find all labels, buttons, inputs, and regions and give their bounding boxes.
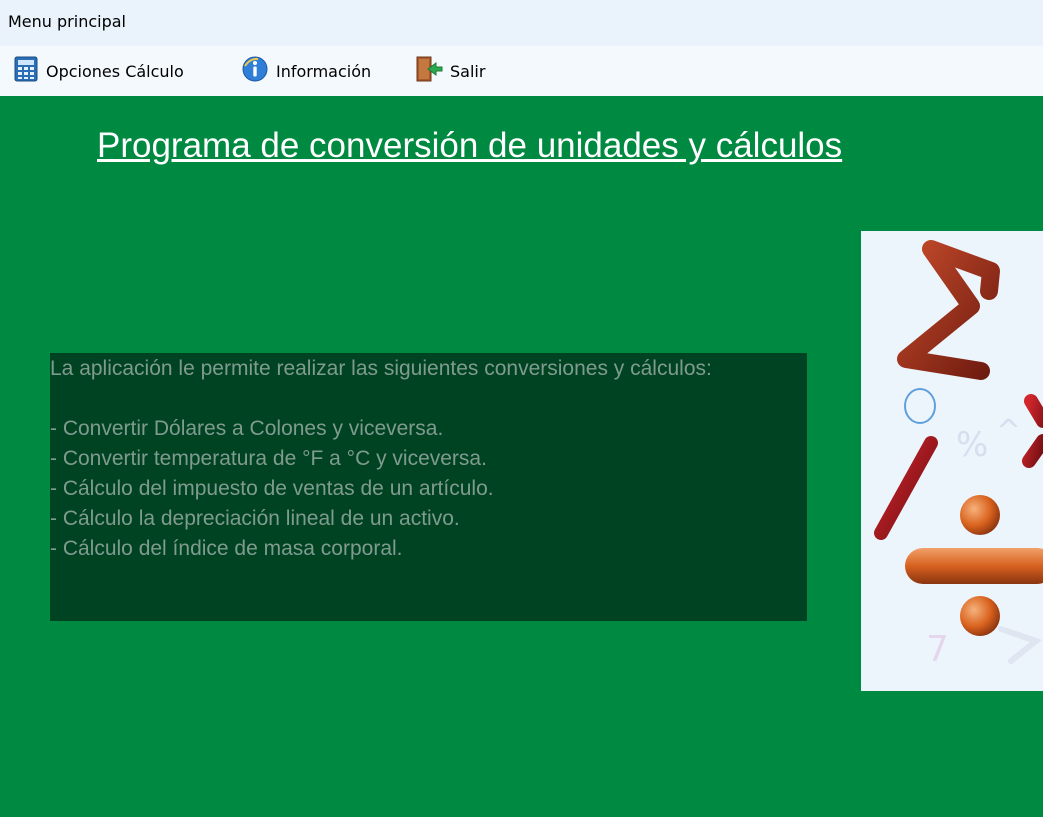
title-bar: Menu principal — [0, 0, 1043, 46]
exit-door-icon — [414, 54, 444, 88]
list-item: - Cálculo del impuesto de ventas de un a… — [50, 477, 494, 500]
menu-item-informacion[interactable]: Información — [240, 56, 371, 86]
info-icon — [240, 54, 270, 88]
menu-item-label: Información — [276, 61, 372, 81]
svg-text:7: 7 — [926, 629, 949, 670]
svg-text:%: % — [956, 425, 988, 465]
description-box: La aplicación le permite realizar las si… — [50, 353, 807, 621]
math-symbols-image: % ^ 7 — [861, 231, 1043, 691]
list-item: - Convertir temperatura de °F a °C y vic… — [50, 447, 487, 470]
menu-item-salir[interactable]: Salir — [414, 56, 485, 86]
features-list: - Convertir Dólares a Colones y vicevers… — [50, 414, 807, 564]
menu-item-label: Salir — [450, 61, 486, 81]
window-title: Menu principal — [8, 12, 126, 31]
description-intro: La aplicación le permite realizar las si… — [50, 357, 712, 380]
menu-item-label: Opciones Cálculo — [46, 61, 184, 81]
menu-bar: Opciones Cálculo Información Salir — [0, 46, 1043, 97]
menu-item-opciones-calculo[interactable]: Opciones Cálculo — [12, 56, 184, 86]
list-item: - Convertir Dólares a Colones y vicevers… — [50, 417, 444, 440]
list-item: - Cálculo del índice de masa corporal. — [50, 537, 403, 560]
calculator-icon — [12, 55, 40, 87]
page-title: Programa de conversión de unidades y cál… — [97, 126, 843, 165]
main-content: Programa de conversión de unidades y cál… — [0, 96, 1043, 817]
svg-text:^: ^ — [996, 414, 1021, 449]
list-item: - Cálculo la depreciación lineal de un a… — [50, 507, 460, 530]
